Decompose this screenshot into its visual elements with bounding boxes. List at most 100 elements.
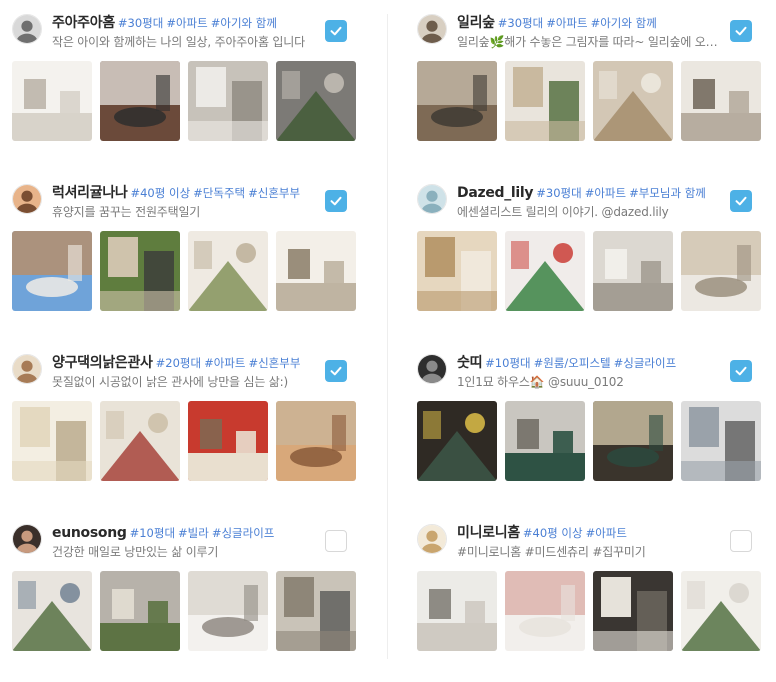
photo-thumbnail[interactable] <box>188 61 268 141</box>
photo-thumbnail[interactable] <box>505 61 585 141</box>
card-header: 양구댁의낡은관사 #20평대 #아파트 #신혼부부 <box>52 352 322 372</box>
photo-thumbnail[interactable] <box>12 231 92 311</box>
photo-thumbnail[interactable] <box>417 61 497 141</box>
user-name[interactable]: 럭셔리귤나나 <box>52 185 128 201</box>
photo-thumbnail[interactable] <box>417 401 497 481</box>
photo-thumbnail[interactable] <box>100 571 180 651</box>
photo-thumbnail[interactable] <box>593 61 673 141</box>
hashtag-link[interactable]: #40평 이상 <box>130 186 190 200</box>
hashtag-link[interactable]: #10평대 <box>130 526 175 540</box>
photo-thumbnail[interactable] <box>100 231 180 311</box>
user-name[interactable]: 양구댁의낡은관사 <box>52 355 153 371</box>
hashtag-link[interactable]: #30평대 <box>536 186 581 200</box>
hashtag-link[interactable]: #신혼부부 <box>248 186 300 200</box>
hashtag-link[interactable]: #아파트 <box>586 526 627 540</box>
user-description: 작은 아이와 함께하는 나의 일상, 주아주아홈 입니다 <box>52 35 305 49</box>
follow-checkbox[interactable] <box>730 530 752 552</box>
photo-thumbnail[interactable] <box>188 231 268 311</box>
user-name[interactable]: Dazed_lily <box>457 185 534 201</box>
photo-thumbnail[interactable] <box>188 571 268 651</box>
user-name[interactable]: 미니로니홈 <box>457 525 520 541</box>
user-name[interactable]: eunosong <box>52 525 127 541</box>
hashtag-link[interactable]: #싱글라이프 <box>614 356 677 370</box>
avatar[interactable] <box>12 354 42 384</box>
user-description: 건강한 매일로 낭만있는 삶 이루기 <box>52 545 219 559</box>
photo-thumbnail[interactable] <box>505 401 585 481</box>
hashtag-link[interactable]: #원룸/오피스텔 <box>534 356 611 370</box>
photo-thumbnail[interactable] <box>100 61 180 141</box>
hashtag-link[interactable]: #40평 이상 <box>523 526 583 540</box>
avatar[interactable] <box>417 14 447 44</box>
hashtag-link[interactable]: #30평대 <box>498 16 543 30</box>
user-card: 미니로니홈 #40평 이상 #아파트 #미니로니홈 #미드센츄리 #집꾸미기 <box>417 522 772 682</box>
hashtag-link[interactable]: #부모님과 함께 <box>629 186 706 200</box>
card-header: Dazed_lily #30평대 #아파트 #부모님과 함께 <box>457 182 727 202</box>
photo-thumbnail[interactable] <box>276 61 356 141</box>
hashtag-link[interactable]: #아기와 함께 <box>211 16 277 30</box>
hashtag-link[interactable]: #아파트 <box>546 16 587 30</box>
hashtag-link[interactable]: #아파트 <box>585 186 626 200</box>
photo-thumbnail[interactable] <box>593 571 673 651</box>
follow-checkbox[interactable] <box>325 20 347 42</box>
avatar[interactable] <box>12 184 42 214</box>
card-header: 일리숲 #30평대 #아파트 #아기와 함께 <box>457 12 727 32</box>
photo-thumbnail[interactable] <box>505 231 585 311</box>
avatar[interactable] <box>417 184 447 214</box>
follow-checkbox[interactable] <box>325 190 347 212</box>
hashtag-link[interactable]: #20평대 <box>156 356 201 370</box>
card-header: 주아주아홈 #30평대 #아파트 #아기와 함께 <box>52 12 322 32</box>
user-card: 럭셔리귤나나 #40평 이상 #단독주택 #신혼부부 휴양지를 꿈꾸는 전원주택일기 <box>12 182 367 342</box>
hashtag-link[interactable]: #단독주택 <box>193 186 245 200</box>
avatar[interactable] <box>12 14 42 44</box>
user-description: 1인1묘 하우스🏠 @suuu_0102 <box>457 375 624 389</box>
hashtag-link[interactable]: #아파트 <box>166 16 207 30</box>
photo-thumbnail[interactable] <box>12 571 92 651</box>
photo-strip <box>417 571 762 651</box>
user-name[interactable]: 일리숲 <box>457 15 495 31</box>
hashtag-link[interactable]: #아파트 <box>204 356 245 370</box>
user-card: 일리숲 #30평대 #아파트 #아기와 함께일리숲🌿해가 수놓은 그림자를 따라~ 일… <box>417 12 772 172</box>
photo-thumbnail[interactable] <box>276 231 356 311</box>
avatar[interactable] <box>12 524 42 554</box>
checkmark-icon <box>735 196 747 206</box>
avatar[interactable] <box>417 354 447 384</box>
user-name[interactable]: 숫띠 <box>457 355 482 371</box>
photo-thumbnail[interactable] <box>100 401 180 481</box>
photo-thumbnail[interactable] <box>276 571 356 651</box>
checkmark-icon <box>330 196 342 206</box>
photo-thumbnail[interactable] <box>12 401 92 481</box>
hashtag-link[interactable]: #아기와 함께 <box>591 16 657 30</box>
user-card: Dazed_lily #30평대 #아파트 #부모님과 함께 에센셜리스트 릴리의 이야… <box>417 182 772 342</box>
follow-checkbox[interactable] <box>730 20 752 42</box>
photo-thumbnail[interactable] <box>593 401 673 481</box>
card-header: 미니로니홈 #40평 이상 #아파트 <box>457 522 727 542</box>
card-header: 숫띠 #10평대 #원룸/오피스텔 #싱글라이프 <box>457 352 727 372</box>
avatar[interactable] <box>417 524 447 554</box>
photo-thumbnail[interactable] <box>681 61 761 141</box>
photo-strip <box>12 401 357 481</box>
checkmark-icon <box>735 26 747 36</box>
photo-thumbnail[interactable] <box>505 571 585 651</box>
follow-checkbox[interactable] <box>730 190 752 212</box>
hashtag-link[interactable]: #30평대 <box>118 16 163 30</box>
follow-checkbox[interactable] <box>730 360 752 382</box>
user-card: 양구댁의낡은관사 #20평대 #아파트 #신혼부부 못질없이 시공없이 낡은 관사에 낭… <box>12 352 367 512</box>
photo-thumbnail[interactable] <box>681 231 761 311</box>
photo-thumbnail[interactable] <box>681 571 761 651</box>
photo-thumbnail[interactable] <box>681 401 761 481</box>
photo-thumbnail[interactable] <box>417 571 497 651</box>
hashtag-link[interactable]: #10평대 <box>485 356 530 370</box>
hashtag-link[interactable]: #싱글라이프 <box>212 526 275 540</box>
follow-checkbox[interactable] <box>325 530 347 552</box>
photo-thumbnail[interactable] <box>12 61 92 141</box>
user-name[interactable]: 주아주아홈 <box>52 15 115 31</box>
checkmark-icon <box>330 366 342 376</box>
follow-checkbox[interactable] <box>325 360 347 382</box>
photo-thumbnail[interactable] <box>188 401 268 481</box>
photo-thumbnail[interactable] <box>593 231 673 311</box>
hashtag-link[interactable]: #신혼부부 <box>248 356 300 370</box>
photo-thumbnail[interactable] <box>417 231 497 311</box>
hashtag-link[interactable]: #빌라 <box>178 526 209 540</box>
user-description: 일리숲🌿해가 수놓은 그림자를 따라~ 일리숲에 오신걸 환영해요 <box>457 35 719 49</box>
photo-thumbnail[interactable] <box>276 401 356 481</box>
